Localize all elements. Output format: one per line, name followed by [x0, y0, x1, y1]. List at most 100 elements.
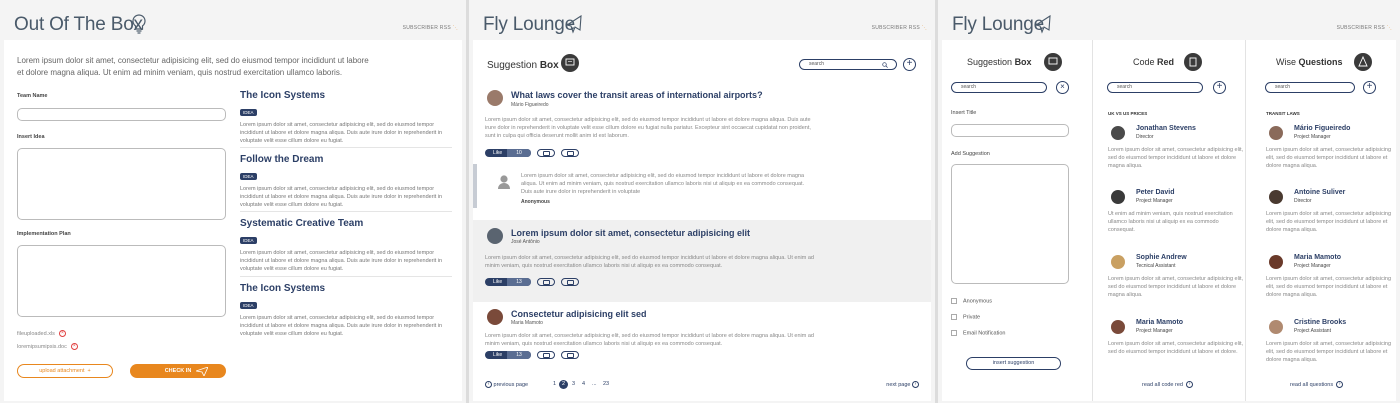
read-all-code-red-link[interactable]: read all code red › — [1142, 381, 1194, 388]
previous-page-link[interactable]: ‹ previous page — [485, 381, 528, 388]
page-ellipsis: ... — [592, 381, 597, 387]
subscribe-rss-link[interactable]: SUBSCRIBER RSS ⋱ — [872, 25, 927, 31]
avatar — [487, 228, 503, 244]
like-button[interactable]: Like 10 — [485, 149, 531, 157]
person-role: Project Manager — [1294, 263, 1331, 269]
chevron-left-icon: ‹ — [485, 381, 492, 388]
comment-button[interactable] — [537, 278, 555, 286]
private-checkbox[interactable]: Private — [951, 314, 980, 320]
idea-title[interactable]: The Icon Systems — [240, 283, 452, 294]
code-red-column: Code Red search + UK VS US PRICES Jonath… — [1093, 40, 1245, 401]
search-input[interactable]: search — [951, 82, 1047, 93]
idea-text: Lorem ipsum dolor sit amet, consectetur … — [240, 122, 443, 144]
paper-plane-icon — [196, 367, 208, 376]
insert-idea-label: Insert Idea — [17, 134, 45, 140]
avatar — [1111, 255, 1125, 269]
post-actions: Like 10 — [485, 149, 605, 157]
email-button[interactable] — [561, 149, 579, 157]
panel-body: Lorem ipsum dolor sit amet, consectetur … — [4, 40, 462, 401]
add-button[interactable]: + — [1213, 81, 1226, 94]
person-name[interactable]: Antoine Suliver — [1294, 189, 1345, 196]
search-input[interactable]: search — [1107, 82, 1203, 93]
person-name[interactable]: Cristine Brooks — [1294, 319, 1346, 326]
page-link[interactable]: 4 — [582, 381, 585, 387]
person-name[interactable]: Maria Mamoto — [1136, 319, 1183, 326]
implementation-plan-textarea[interactable] — [17, 245, 226, 317]
person-name[interactable]: Sophie Andrew — [1136, 254, 1187, 261]
pagination: ‹ previous page 1 2 3 4 ... 23 next page… — [485, 380, 919, 391]
person-text: Lorem ipsum dolor sit amet, consectetur … — [1266, 147, 1392, 169]
page-link[interactable]: 23 — [603, 381, 609, 387]
idea-item[interactable]: Follow the Dream IDEA Lorem ipsum dolor … — [240, 154, 452, 209]
idea-title[interactable]: The Icon Systems — [240, 90, 452, 101]
search-input[interactable]: search — [1265, 82, 1355, 93]
suggestion-textarea[interactable] — [951, 164, 1069, 284]
person-name[interactable]: Mário Figueiredo — [1294, 125, 1350, 132]
like-button[interactable]: Like 13 — [485, 278, 531, 286]
panel-body: Suggestion Box search × Insert Title Add… — [942, 40, 1396, 401]
subscribe-rss-link[interactable]: SUBSCRIBER RSS ⋱ — [1337, 25, 1392, 31]
upload-attachment-button[interactable]: upload attachment + — [17, 364, 113, 378]
clipboard-icon — [1184, 53, 1202, 71]
read-all-questions-link[interactable]: read all questions › — [1290, 381, 1344, 388]
column-heading: Suggestion Box — [967, 57, 1032, 67]
comment-icon — [543, 280, 550, 285]
add-button[interactable]: + — [1363, 81, 1376, 94]
avatar — [1269, 190, 1283, 204]
section-heading: Suggestion Box — [487, 60, 559, 71]
divider — [240, 276, 452, 277]
post-author: Maria Mamoto — [511, 320, 543, 326]
email-button[interactable] — [561, 351, 579, 359]
panel-header: Fly Lounge SUBSCRIBER RSS ⋱ — [938, 0, 1400, 38]
reply-text: Lorem ipsum dolor sit amet, consectetur … — [521, 173, 805, 195]
next-page-link[interactable]: next page › — [886, 381, 919, 388]
person-role: Project Assistant — [1294, 328, 1331, 334]
title-input[interactable] — [951, 124, 1069, 137]
remove-file-icon[interactable]: × — [70, 343, 78, 350]
search-input[interactable]: search — [799, 59, 897, 70]
post-actions: Like 13 — [485, 278, 605, 286]
idea-item[interactable]: Systematic Creative Team IDEA Lorem ipsu… — [240, 218, 452, 273]
post-title[interactable]: Lorem ipsum dolor sit amet, consectetur … — [511, 228, 750, 238]
idea-text: Lorem ipsum dolor sit amet, consectetur … — [240, 186, 443, 208]
current-page[interactable]: 2 — [559, 380, 568, 389]
idea-title[interactable]: Systematic Creative Team — [240, 218, 452, 229]
add-suggestion-button[interactable]: + — [903, 58, 916, 71]
comment-button[interactable] — [537, 351, 555, 359]
person-text: Lorem ipsum dolor sit amet, consectetur … — [1108, 276, 1244, 298]
search-icon — [882, 62, 888, 68]
rss-icon: ⋱ — [921, 25, 927, 31]
idea-text: Lorem ipsum dolor sit amet, consectetur … — [240, 250, 443, 272]
avatar — [1269, 126, 1283, 140]
idea-badge: IDEA — [240, 109, 257, 116]
page-link[interactable]: 3 — [572, 381, 575, 387]
idea-item[interactable]: The Icon Systems IDEA Lorem ipsum dolor … — [240, 90, 452, 145]
chat-icon — [1044, 53, 1062, 71]
email-notification-checkbox[interactable]: Email Notification — [951, 330, 1006, 336]
insert-title-label: Insert Title — [951, 110, 977, 116]
person-name[interactable]: Peter David — [1136, 189, 1175, 196]
email-button[interactable] — [561, 278, 579, 286]
insert-idea-textarea[interactable] — [17, 148, 226, 220]
anonymous-checkbox[interactable]: Anonymous — [951, 298, 992, 304]
subscribe-rss-link[interactable]: SUBSCRIBER RSS ⋱ — [403, 25, 458, 31]
team-name-input[interactable] — [17, 108, 226, 121]
post-title[interactable]: What laws cover the transit areas of int… — [511, 90, 763, 100]
idea-title[interactable]: Follow the Dream — [240, 154, 452, 165]
person-name[interactable]: Jonathan Stevens — [1136, 125, 1196, 132]
like-button[interactable]: Like 13 — [485, 351, 531, 359]
check-in-button[interactable]: CHECK IN — [130, 364, 226, 378]
idea-item[interactable]: The Icon Systems IDEA Lorem ipsum dolor … — [240, 283, 452, 338]
avatar — [1111, 190, 1125, 204]
remove-file-icon[interactable]: × — [58, 330, 66, 337]
page-link[interactable]: 1 — [553, 381, 556, 387]
rss-icon: ⋱ — [1386, 25, 1392, 31]
section-label: UK VS US PRICES — [1108, 111, 1148, 116]
post-text: Lorem ipsum dolor sit amet, consectetur … — [485, 255, 814, 269]
insert-suggestion-button[interactable]: insert suggestion — [966, 357, 1061, 370]
clear-button[interactable]: × — [1056, 81, 1069, 94]
comment-button[interactable] — [537, 149, 555, 157]
post-title[interactable]: Consectetur adipisicing elit sed — [511, 309, 647, 319]
person-name[interactable]: Maria Mamoto — [1294, 254, 1341, 261]
file-name: fileuploaded.xls — [17, 330, 55, 337]
